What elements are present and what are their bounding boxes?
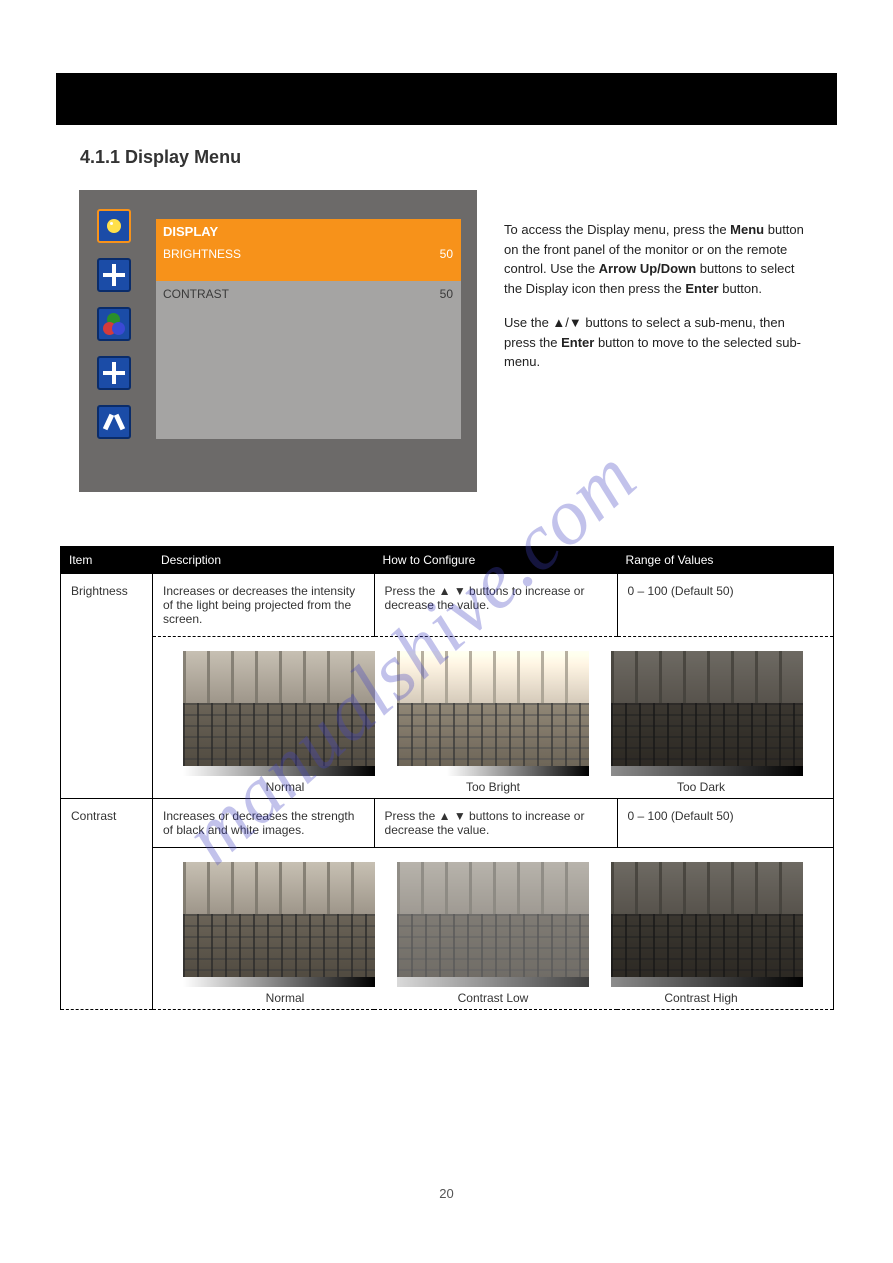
item-cell: Brightness [61,574,153,799]
th-how: How to Configure [374,547,617,574]
desc-cell: Increases or decreases the intensity of … [153,574,375,637]
sample-image-normal [183,651,375,776]
triangle-down-icon: ▼ [454,809,466,823]
triangle-down-icon: ▼ [569,315,582,330]
sample-image-bright [397,651,589,776]
bulb-icon [97,209,131,243]
range-cell: 0 – 100 (Default 50) [617,799,833,848]
range-cell: 0 – 100 (Default 50) [617,574,833,637]
howto-cell: Press the ▲ ▼ buttons to increase or dec… [374,799,617,848]
intro-text: To access the Display menu, press the Me… [504,220,814,387]
howto-cell: Press the ▲ ▼ buttons to increase or dec… [374,574,617,637]
color-icon [97,307,131,341]
caption: Too Dark [605,780,797,794]
caption: Contrast High [605,991,797,1005]
sample-image-low-contrast [397,862,589,987]
sample-image-normal [183,862,375,987]
item-cell: Contrast [61,799,153,1010]
osd-title: DISPLAY [163,224,218,239]
caption: Too Bright [397,780,589,794]
section-title: 4.1.1 Display Menu [80,147,241,168]
position-icon [97,258,131,292]
page-number: 20 [0,1186,893,1201]
th-desc: Description [153,547,375,574]
th-range: Range of Values [617,547,833,574]
triangle-up-icon: ▲ [552,315,565,330]
tools-icon [97,405,131,439]
sample-image-high-contrast [611,862,803,987]
caption: Normal [189,991,381,1005]
triangle-up-icon: ▲ [439,584,451,598]
sample-image-dark [611,651,803,776]
desc-cell: Increases or decreases the strength of b… [153,799,375,848]
settings-table: Item Description How to Configure Range … [60,546,834,1010]
caption: Normal [189,780,381,794]
osd-item-label: CONTRAST [163,287,229,301]
osd-item-value: 50 [440,287,453,301]
osd-item-value: 50 [440,247,453,261]
osd-item-label: BRIGHTNESS [163,247,241,261]
osd-display-menu: DISPLAY BRIGHTNESS 50 CONTRAST 50 [79,190,477,492]
triangle-up-icon: ▲ [439,809,451,823]
position2-icon [97,356,131,390]
th-item: Item [61,547,153,574]
triangle-down-icon: ▼ [454,584,466,598]
caption: Contrast Low [397,991,589,1005]
header-bar [56,73,837,125]
